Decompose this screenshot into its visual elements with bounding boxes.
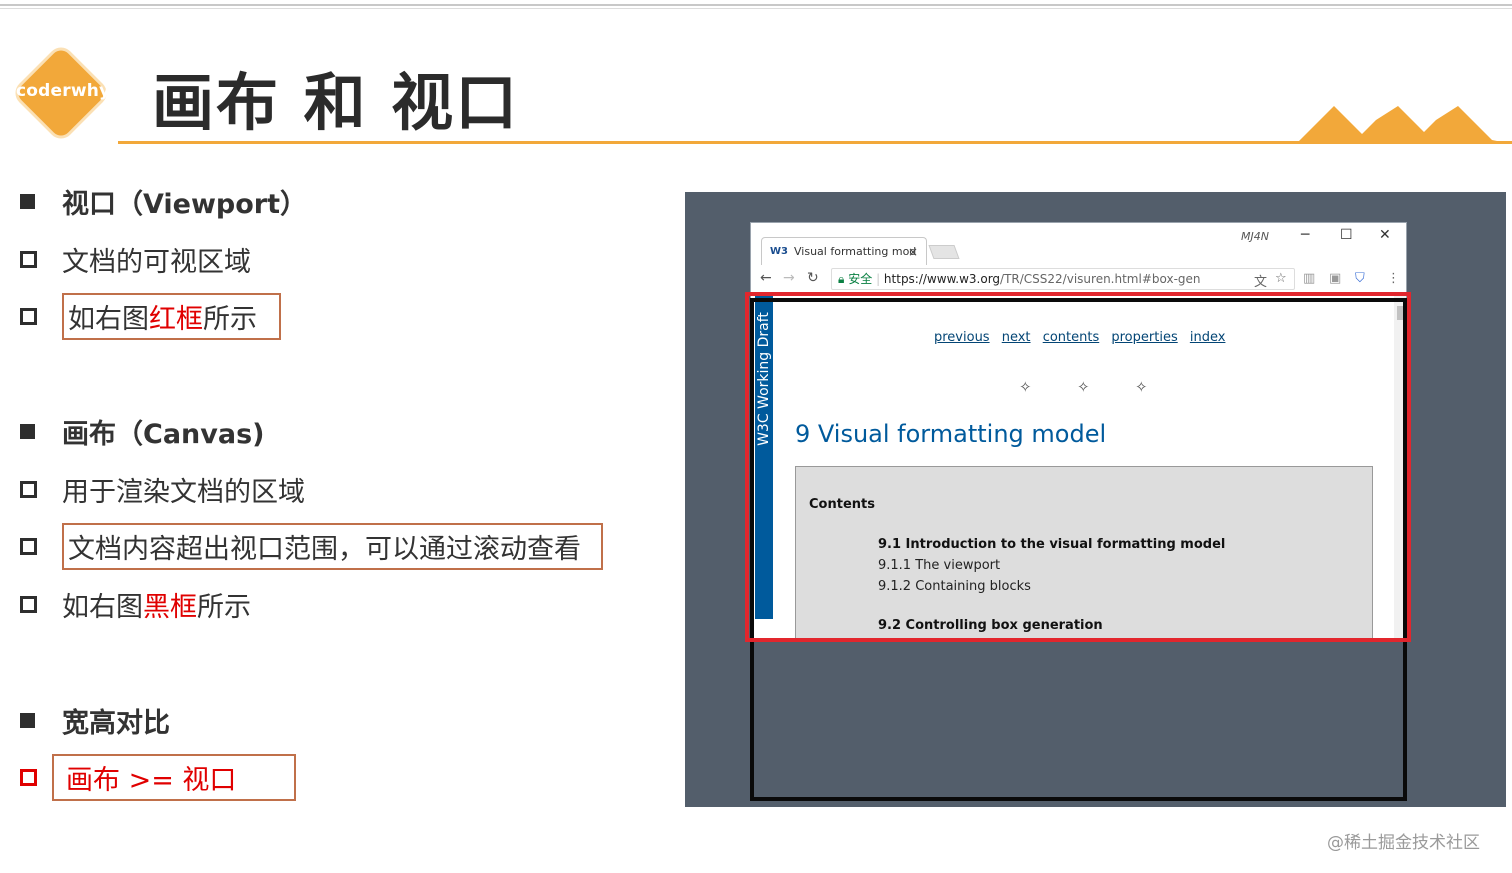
tab-close-icon[interactable]: × (908, 245, 918, 259)
item-text: 所示 (203, 303, 257, 335)
url-field[interactable]: 🔒︎ 安全 | https://www.w3.org/TR/CSS22/visu… (831, 268, 1295, 290)
forward-arrow-icon[interactable]: → (783, 270, 795, 286)
hollow-square-icon (20, 480, 37, 498)
highlight-box-viewport: 如右图红框所示 (62, 292, 281, 340)
hollow-square-icon (20, 307, 37, 325)
bullet-item: 用于渲染文档的区域 (20, 469, 305, 509)
hollow-square-icon (20, 768, 37, 786)
item-text: 所示 (197, 591, 251, 623)
new-tab-button[interactable] (928, 245, 960, 259)
maximize-icon[interactable]: ☐ (1340, 227, 1353, 243)
item-text-red: 黑框 (143, 591, 197, 623)
minimize-icon[interactable]: ─ (1301, 227, 1309, 243)
bullet-item: 画布 >= 视口 (20, 753, 297, 801)
w3c-favicon-icon: W3 (770, 246, 788, 257)
heading-compare: 宽高对比 (62, 707, 170, 739)
browser-tabbar: W3 Visual formatting mod × MJ4N ─ ☐ ✕ (751, 223, 1406, 265)
filled-square-icon (20, 712, 35, 728)
mountain-decoration (1296, 106, 1512, 144)
extension-icon[interactable]: ▣ (1329, 271, 1341, 286)
slide-title: 画布 和 视口 (152, 66, 520, 139)
coderwhy-logo: coderwhy (14, 46, 111, 140)
back-arrow-icon[interactable]: ← (760, 270, 772, 286)
url-host: https://www.w3.org (883, 272, 1001, 286)
translate-icon[interactable]: 文 (1254, 271, 1267, 290)
filled-square-icon (20, 423, 35, 439)
item-text-red: 红框 (149, 303, 203, 335)
bullet-item: 文档内容超出视口范围，可以通过滚动查看 (20, 522, 603, 570)
highlight-box-compare: 画布 >= 视口 (52, 753, 297, 801)
highlight-box-scroll: 文档内容超出视口范围，可以通过滚动查看 (62, 522, 603, 570)
bullet-item: 如右图红框所示 (20, 292, 281, 340)
item-text: 用于渲染文档的区域 (62, 476, 305, 508)
menu-kebab-icon[interactable]: ⋮ (1387, 271, 1400, 286)
top-divider (0, 4, 1512, 9)
bullet-heading-canvas: 画布（Canvas) (20, 411, 265, 451)
item-text: 如右图 (62, 591, 143, 623)
watermark: @稀土掘金技术社区 (1327, 833, 1480, 853)
logo-text: coderwhy (16, 81, 111, 101)
reload-icon[interactable]: ↻ (807, 270, 819, 286)
hollow-square-icon (20, 537, 37, 555)
bookmark-star-icon[interactable]: ☆ (1275, 271, 1287, 286)
heading-viewport: 视口（Viewport） (62, 188, 308, 220)
hollow-square-icon (20, 595, 37, 613)
secure-label: 安全 (848, 272, 873, 286)
item-text: 文档的可视区域 (62, 246, 251, 278)
url-path: /TR/CSS22/visuren.html#box-gen (1000, 272, 1201, 286)
shield-extension-icon[interactable]: ⛉ (1355, 271, 1365, 286)
tab-title: Visual formatting mod (794, 245, 917, 258)
window-label: MJ4N (1241, 230, 1269, 243)
bullet-heading-compare: 宽高对比 (20, 700, 170, 740)
hollow-square-icon (20, 250, 37, 268)
item-text: 如右图 (68, 303, 149, 335)
heading-canvas: 画布（Canvas) (62, 418, 265, 450)
filled-square-icon (20, 193, 35, 209)
bullet-heading-viewport: 视口（Viewport） (20, 181, 307, 221)
lock-icon: 🔒︎ (838, 272, 845, 286)
close-window-icon[interactable]: ✕ (1379, 227, 1391, 243)
bullet-item: 文档的可视区域 (20, 239, 251, 279)
extension-icon[interactable]: ▥ (1303, 271, 1315, 286)
address-toolbar: ← → ↻ 🔒︎ 安全 | https://www.w3.org/TR/CSS2… (751, 265, 1406, 293)
browser-tab[interactable]: W3 Visual formatting mod × (761, 237, 927, 265)
bullet-item: 如右图黑框所示 (20, 584, 251, 624)
viewport-red-frame (745, 292, 1411, 642)
